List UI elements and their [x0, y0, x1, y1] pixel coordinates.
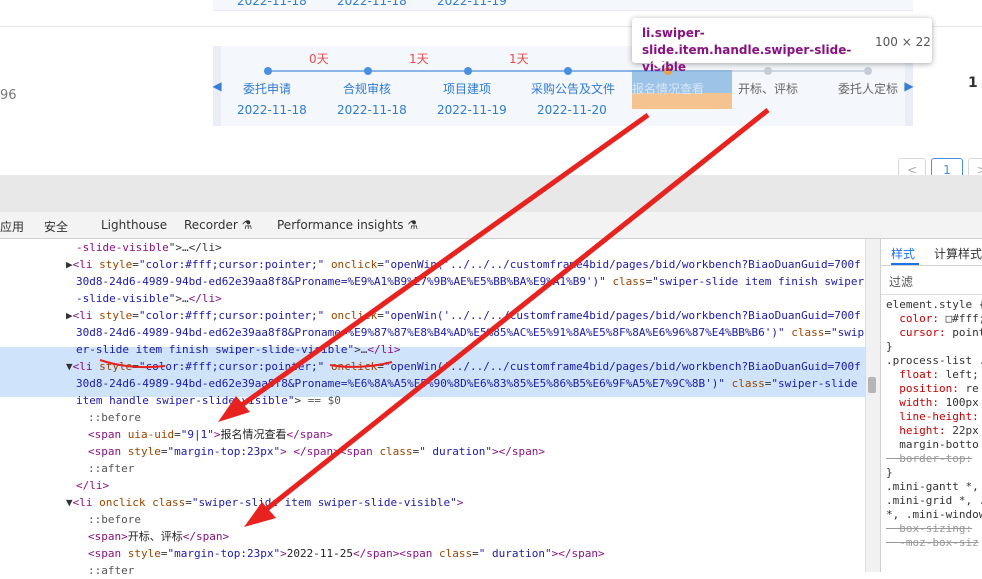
dom-line[interactable]: item handle swiper-slide-visible"> == $0	[0, 392, 941, 409]
step-dot	[264, 67, 272, 75]
style-line[interactable]: .process-list .	[886, 354, 982, 368]
styles-divider	[881, 294, 982, 295]
style-line[interactable]: color: □#fff;	[886, 312, 982, 326]
step-date: 2022-11-18	[337, 103, 407, 117]
dom-line[interactable]: </li>	[0, 477, 941, 494]
tooltip-size: 100 × 22	[875, 35, 931, 49]
step-label[interactable]: 采购公告及文件	[531, 80, 615, 97]
step-label[interactable]: 项目建项	[443, 80, 491, 97]
style-line[interactable]: .mini-gantt *,	[886, 480, 979, 494]
dom-line[interactable]: ▼<li onclick class="swiper-slide item sw…	[0, 494, 931, 511]
top-date-2: 2022-11-18	[337, 0, 407, 8]
style-line[interactable]: border-top:	[886, 452, 972, 466]
style-line[interactable]: box-sizing:	[886, 522, 972, 536]
elements-panel: -slide-visible">…</li> ▶<li style="color:…	[0, 239, 865, 577]
style-line[interactable]: }	[886, 466, 893, 480]
styles-tab-bar: 样式 计算样式	[881, 239, 982, 266]
dom-line[interactable]: ▼<li style="color:#fff;cursor:pointer;" …	[0, 358, 931, 375]
tooltip-pointer	[652, 62, 666, 69]
dom-line[interactable]: <span>开标、评标</span>	[0, 528, 953, 545]
tab-lighthouse[interactable]: Lighthouse	[101, 218, 167, 232]
step-label[interactable]: 委托人定标	[838, 80, 898, 97]
tab-recorder[interactable]: Recorder ⚗	[184, 218, 252, 232]
step-label[interactable]: 委托申请	[243, 80, 291, 97]
tooltip-selector: li.swiper-slide.item.handle.swiper-slide…	[642, 26, 852, 74]
duration-label: 1天	[409, 52, 429, 66]
active-tab-indicator	[891, 263, 919, 265]
step-dot	[564, 67, 572, 75]
top-date-1: 2022-11-18	[237, 0, 307, 8]
row-count: 1	[968, 75, 978, 91]
tab-application[interactable]: 应用	[0, 218, 24, 235]
previous-row-band	[213, 0, 913, 11]
tab-styles[interactable]: 样式	[891, 245, 915, 262]
row-number: 96	[0, 88, 17, 103]
dom-line[interactable]: -slide-visible">…</li>	[0, 290, 941, 307]
dom-line[interactable]: <span uia-uid="9|1">报名情况查看</span>	[0, 426, 953, 443]
top-date-3: 2022-11-19	[437, 0, 507, 8]
step-date: 2022-11-20	[537, 103, 607, 117]
style-line[interactable]: width: 100px	[886, 396, 979, 410]
dom-line[interactable]: 30d8-24d6-4989-94bd-ed62e39aa8f8&Proname…	[0, 324, 941, 341]
style-line[interactable]: -moz-box-siz	[886, 536, 978, 550]
style-line[interactable]: .mini-grid *, .	[886, 494, 982, 508]
dom-line[interactable]: <span style="margin-top:23px">2022-11-25…	[0, 545, 953, 562]
elements-scrollbar[interactable]	[865, 239, 880, 572]
dom-line[interactable]: <span style="margin-top:23px"> </span><s…	[0, 443, 953, 460]
style-line[interactable]: position: re	[886, 382, 979, 396]
styles-filter-input[interactable]: 过滤	[889, 273, 913, 290]
step-dot	[464, 67, 472, 75]
scrollbar-thumb[interactable]	[868, 377, 876, 393]
flask-icon: ⚗	[241, 218, 253, 232]
duration-label: 0天	[309, 52, 329, 66]
styles-panel: 样式 计算样式 过滤 element.style { color: □#fff;…	[880, 239, 982, 572]
step-label[interactable]: 开标、评标	[738, 80, 798, 97]
style-line[interactable]: margin-botto	[886, 438, 978, 452]
tab-security[interactable]: 安全	[44, 218, 68, 235]
style-line[interactable]: height: 22px	[886, 424, 979, 438]
step-label[interactable]: 合规审核	[343, 80, 391, 97]
style-line[interactable]: line-height:	[886, 410, 978, 424]
style-line[interactable]: *, .mini-window	[886, 508, 982, 522]
dom-line[interactable]: 30d8-24d6-4989-94bd-ed62e39aa8f8&Proname…	[0, 273, 941, 290]
prev-arrow-button[interactable]: ◀	[212, 46, 222, 126]
dom-line[interactable]: er-slide item finish swiper-slide-visibl…	[0, 341, 941, 358]
step-date: 2022-11-19	[437, 103, 507, 117]
dom-line[interactable]: ::after	[0, 562, 953, 579]
tab-computed[interactable]: 计算样式	[934, 245, 982, 262]
style-line[interactable]: element.style {	[886, 298, 982, 312]
step-label-current[interactable]: 报名情况查看	[632, 80, 704, 97]
dom-line[interactable]: ::before	[0, 409, 953, 426]
flask-icon: ⚗	[407, 218, 419, 232]
dom-line[interactable]: ::before	[0, 511, 953, 528]
step-dot	[364, 67, 372, 75]
dom-line[interactable]: ▶<li style="color:#fff;cursor:pointer;" …	[0, 256, 931, 273]
inspector-tooltip: li.swiper-slide.item.handle.swiper-slide…	[632, 18, 932, 74]
dom-line[interactable]: ::after	[0, 460, 953, 477]
chevron-left-icon: ◀	[212, 79, 222, 93]
devtools-resize-band[interactable]	[0, 175, 982, 213]
style-line[interactable]: cursor: point	[886, 326, 982, 340]
step-date: 2022-11-18	[237, 103, 307, 117]
duration-label: 1天	[509, 52, 529, 66]
chevron-right-icon: ▶	[904, 79, 914, 93]
dom-line[interactable]: -slide-visible">…</li>	[0, 239, 941, 256]
tab-performance-insights[interactable]: Performance insights ⚗	[277, 218, 418, 232]
style-line[interactable]: float: left;	[886, 368, 979, 382]
style-line[interactable]: }	[886, 340, 893, 354]
dom-line[interactable]: ▶<li style="color:#fff;cursor:pointer;" …	[0, 307, 931, 324]
devtools-tab-bar: 应用 安全 Lighthouse Recorder ⚗ Performance …	[0, 212, 982, 239]
dom-line[interactable]: 30d8-24d6-4989-94bd-ed62e39aa8f8&Proname…	[0, 375, 941, 392]
